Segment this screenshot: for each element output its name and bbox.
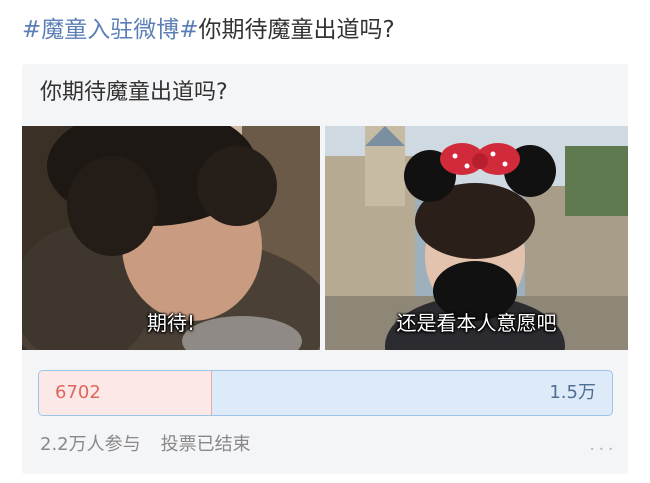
post-text: #魔童入驻微博#你期待魔童出道吗?: [22, 14, 395, 46]
vote-option-left[interactable]: 期待!: [22, 126, 320, 350]
vote-count-right: 1.5万: [549, 382, 596, 403]
vote-participants: 2.2万人参与: [40, 434, 141, 455]
option-right-caption: 还是看本人意愿吧: [396, 311, 557, 335]
vote-card: 你期待魔童出道吗? 期待! 还是看本人意愿吧 6702 1.5万 2.2万人参与…: [22, 64, 628, 474]
hashtag-link[interactable]: #魔童入驻微博#: [22, 17, 199, 43]
vote-footer: 2.2万人参与 投票已结束: [40, 432, 251, 458]
vote-option-right[interactable]: 还是看本人意愿吧: [325, 126, 628, 350]
more-dots-icon: • • •: [589, 445, 614, 454]
post-body: 你期待魔童出道吗?: [198, 17, 395, 43]
option-left-caption: 期待!: [146, 311, 196, 335]
vote-count-left: 6702: [55, 382, 101, 403]
vote-status: 投票已结束: [160, 434, 251, 455]
vote-result-bar: 6702 1.5万: [38, 370, 613, 416]
vote-title: 你期待魔童出道吗?: [40, 80, 228, 105]
